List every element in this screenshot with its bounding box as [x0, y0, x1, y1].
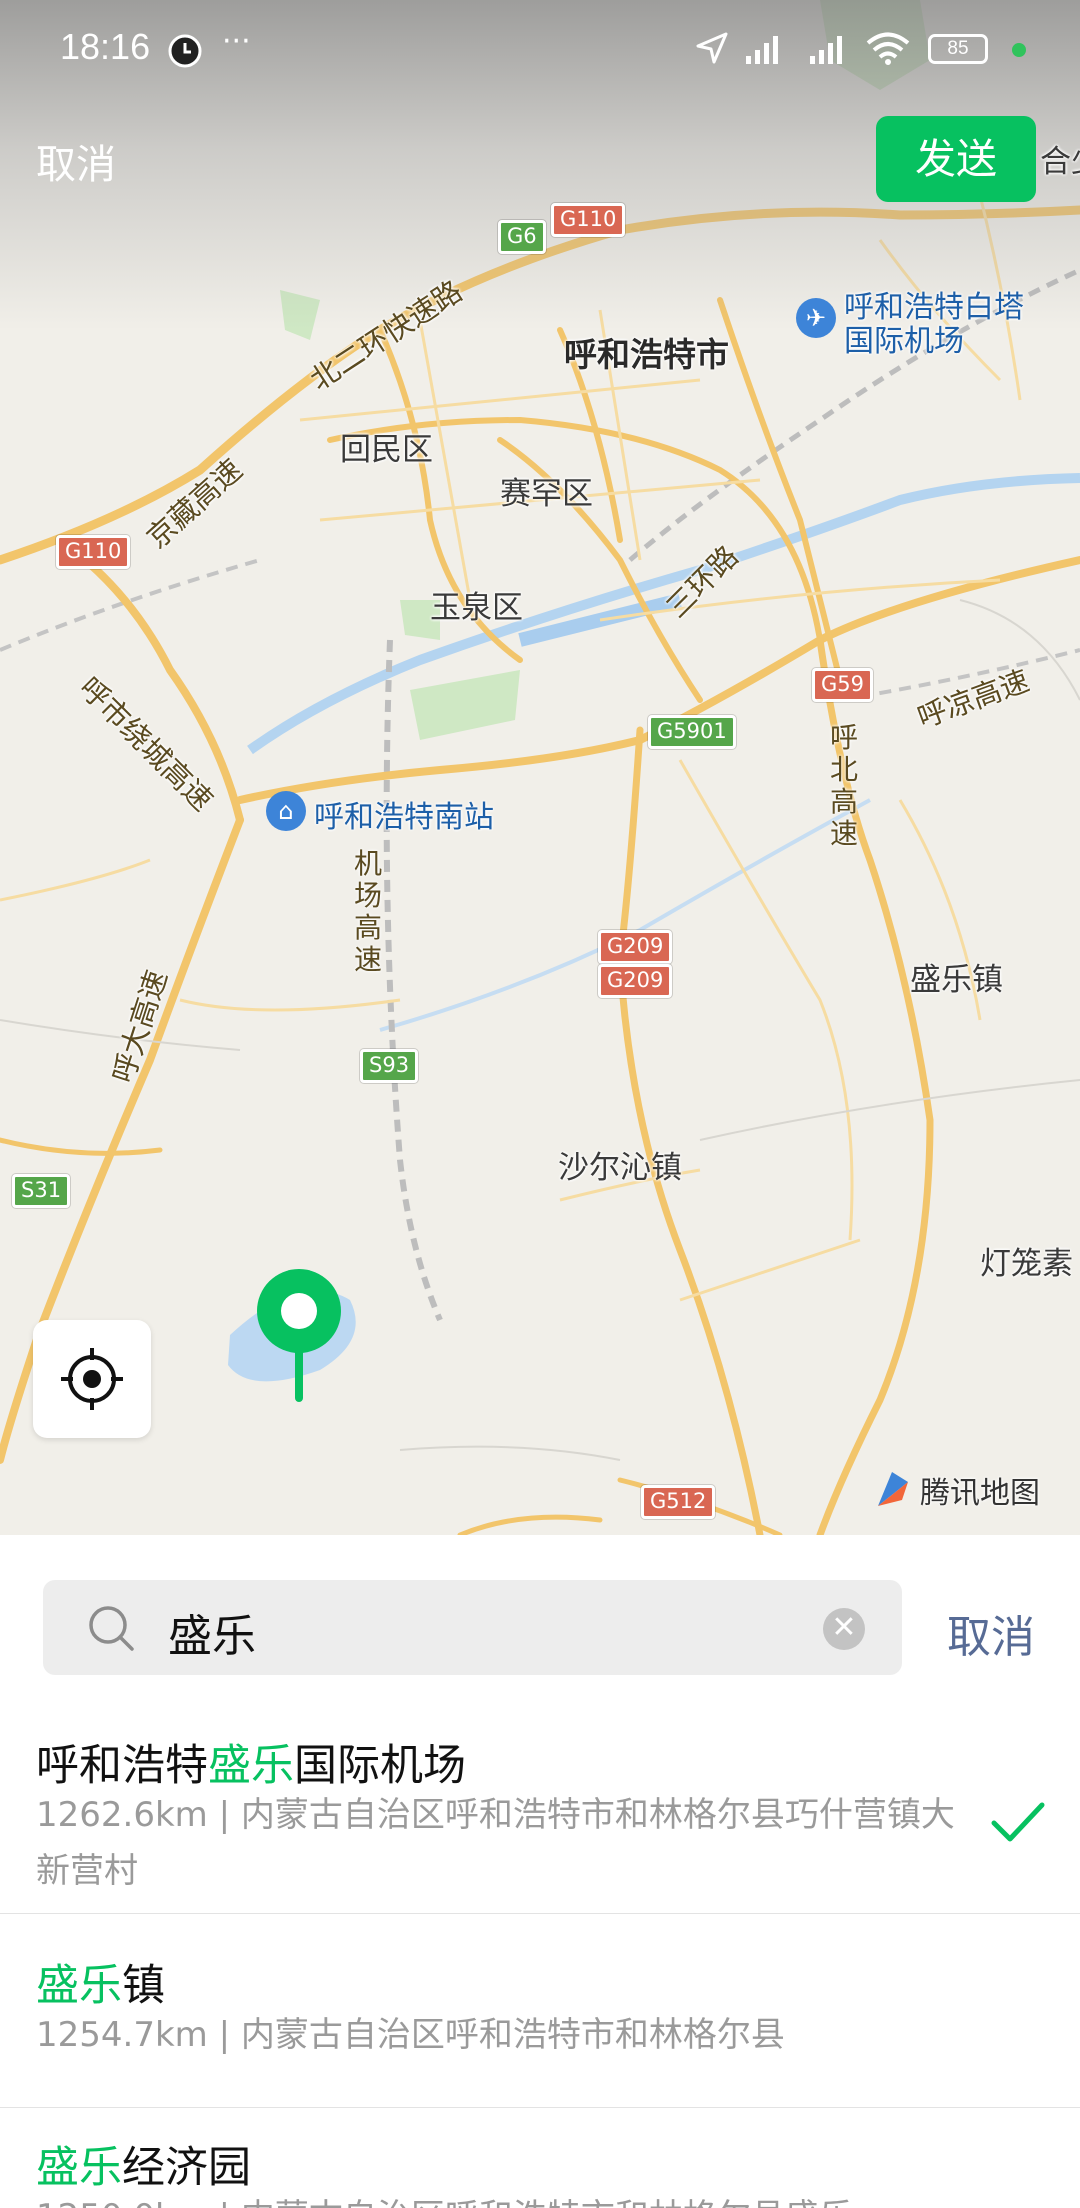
- send-button[interactable]: 发送: [876, 116, 1036, 202]
- road-label-hubei: 呼北高速: [829, 721, 858, 850]
- map-view[interactable]: 呼和浩特市 回民区 赛罕区 玉泉区 盛乐镇 沙尔沁镇 灯笼素 合少 ✈ 呼和浩特…: [0, 0, 1080, 1535]
- map-label-edge: 合少: [1040, 144, 1080, 180]
- map-label-airport-2: 国际机场: [844, 324, 964, 359]
- crosshair-icon: [61, 1348, 123, 1410]
- status-time: 18:16: [60, 26, 151, 67]
- road-shield-s31: S31: [12, 1174, 71, 1208]
- search-icon: [89, 1606, 134, 1651]
- airport-icon: ✈: [796, 298, 836, 338]
- road-shield-g6: G6: [498, 220, 546, 254]
- train-station-icon: ⌂: [266, 791, 306, 831]
- result-title: 盛乐经济园: [36, 2143, 251, 2193]
- map-label-denglong: 灯笼素: [980, 1246, 1073, 1282]
- location-pin-icon: [257, 1269, 341, 1402]
- divider: [0, 2107, 1080, 2108]
- clock-app-icon: [168, 34, 202, 68]
- search-panel: 盛乐 ✕ 取消 呼和浩特盛乐国际机场 1262.6km | 内蒙古自治区呼和浩特…: [0, 1535, 1080, 2208]
- status-dot: [1012, 43, 1026, 57]
- result-detail: 1254.7km | 内蒙古自治区呼和浩特市和林格尔县: [36, 2015, 785, 2055]
- road-shield-s93: S93: [360, 1049, 419, 1083]
- check-icon: [991, 1802, 1045, 1842]
- search-input[interactable]: 盛乐 ✕: [43, 1580, 902, 1675]
- divider: [0, 1913, 1080, 1914]
- road-shield-g512: G512: [641, 1485, 716, 1519]
- map-label-huimin: 回民区: [340, 432, 433, 468]
- road-shield-g5901: G5901: [648, 715, 736, 749]
- signal-icon-2: [810, 36, 842, 64]
- map-label-city: 呼和浩特市: [564, 335, 729, 374]
- map-attribution: 腾讯地图: [920, 1476, 1040, 1511]
- road-shield-g110-west: G110: [56, 535, 131, 569]
- locate-me-button[interactable]: [33, 1320, 151, 1438]
- more-notifications-icon: ···: [222, 24, 251, 59]
- map-label-yuquan: 玉泉区: [430, 590, 523, 626]
- result-detail: 1250.0km | 内蒙古自治区呼和浩特市和林格尔县盛乐: [36, 2189, 966, 2208]
- map-label-shengle: 盛乐镇: [910, 962, 1003, 998]
- map-label-saihan: 赛罕区: [500, 476, 593, 512]
- battery-indicator: 85: [928, 34, 988, 64]
- signal-icon: [746, 36, 778, 64]
- road-shield-g209-b: G209: [598, 964, 673, 998]
- result-item[interactable]: 盛乐经济园 1250.0km | 内蒙古自治区呼和浩特市和林格尔县盛乐: [0, 2117, 1080, 2208]
- result-title: 盛乐镇: [36, 1961, 165, 2011]
- result-item[interactable]: 盛乐镇 1254.7km | 内蒙古自治区呼和浩特市和林格尔县: [0, 1935, 1080, 2105]
- search-query-text: 盛乐: [168, 1611, 256, 1662]
- road-label-airport-exp: 机场高速: [353, 847, 382, 976]
- result-detail: 1262.6km | 内蒙古自治区呼和浩特市和林格尔县巧什营镇大新营村: [36, 1795, 955, 1891]
- location-arrow-icon: [696, 32, 728, 64]
- clear-search-icon[interactable]: ✕: [823, 1608, 865, 1650]
- map-label-south-station: 呼和浩特南站: [314, 800, 494, 835]
- result-item[interactable]: 呼和浩特盛乐国际机场 1262.6km | 内蒙古自治区呼和浩特市和林格尔县巧什…: [0, 1715, 1080, 1915]
- road-shield-g209: G209: [598, 930, 673, 964]
- search-cancel-button[interactable]: 取消: [947, 1601, 1035, 1665]
- road-shield-g110: G110: [551, 203, 626, 237]
- road-shield-g59: G59: [812, 668, 873, 702]
- tencent-map-logo-icon: [878, 1472, 908, 1506]
- status-bar: 18:16 ··· 85: [0, 0, 1080, 100]
- result-title: 呼和浩特盛乐国际机场: [36, 1741, 466, 1791]
- map-label-shaerqin: 沙尔沁镇: [558, 1150, 682, 1186]
- cancel-button[interactable]: 取消: [36, 132, 116, 190]
- wifi-icon: [866, 32, 910, 65]
